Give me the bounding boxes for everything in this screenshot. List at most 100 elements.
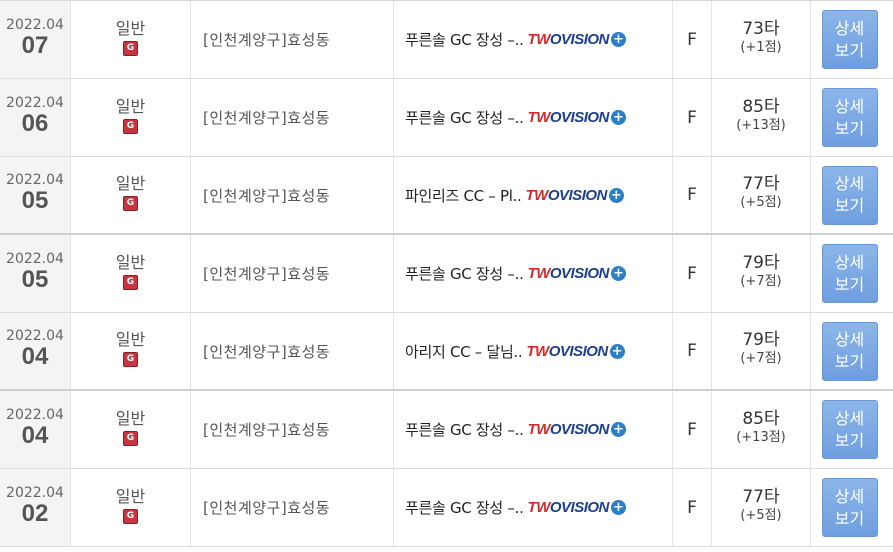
date-day: 05 xyxy=(21,265,49,293)
score-cell: 85타 (+13점) xyxy=(712,79,811,156)
round-type-label: 일반 xyxy=(115,486,146,506)
score-cell: 77타 (+5점) xyxy=(712,469,811,546)
date-day: 06 xyxy=(21,109,49,137)
detail-view-button[interactable]: 상세 보기 xyxy=(821,10,878,69)
round-type-cell: 일반 G xyxy=(71,235,191,312)
score-value: 79타 xyxy=(742,252,780,273)
date-year-month: 2022.04 xyxy=(6,406,64,423)
area-cell: [인천계양구]효성동 xyxy=(191,157,394,233)
detail-view-button[interactable]: 상세 보기 xyxy=(821,244,878,303)
area-cell: [인천계양구]효성동 xyxy=(191,235,394,312)
course-name: 푸른솔 GC 장성 –.. xyxy=(405,421,524,439)
area-cell: [인천계양구]효성동 xyxy=(191,391,394,468)
date-year-month: 2022.04 xyxy=(6,484,64,501)
logo-tw: TW xyxy=(527,499,551,516)
grade-cell: F xyxy=(673,391,712,468)
detail-button-line2: 보기 xyxy=(834,274,865,294)
twovision-logo-icon: TWOVISION + xyxy=(526,187,624,204)
area-label: [인천계양구]효성동 xyxy=(203,31,331,49)
course-name: 파인리즈 CC – Pl.. xyxy=(405,186,522,205)
score-value: 79타 xyxy=(742,330,780,350)
grade-label: F xyxy=(687,497,697,518)
logo-plus-icon: + xyxy=(610,266,626,281)
round-type-cell: 일반 G xyxy=(71,157,191,233)
date-cell: 2022.04 02 xyxy=(0,469,71,546)
logo-plus-icon: + xyxy=(610,110,626,125)
grade-label: F xyxy=(687,107,697,128)
logo-tw: TW xyxy=(527,421,551,438)
detail-button-line1: 상세 xyxy=(834,330,865,349)
detail-button-line2: 보기 xyxy=(834,196,865,215)
detail-view-button[interactable]: 상세 보기 xyxy=(821,478,878,537)
area-label: [인천계양구]효성동 xyxy=(203,186,331,205)
detail-cell: 상세 보기 xyxy=(811,157,893,233)
twovision-logo-icon: TWOVISION + xyxy=(528,421,626,438)
grade-label: F xyxy=(687,185,697,205)
table-row: 2022.04 07 일반 G [인천계양구]효성동 푸른솔 GC 장성 –..… xyxy=(0,1,893,79)
g-badge-icon: G xyxy=(123,40,138,56)
detail-view-button[interactable]: 상세 보기 xyxy=(821,88,878,147)
table-row: 2022.04 04 일반 G [인천계양구]효성동 아리지 CC – 달님..… xyxy=(0,313,893,391)
round-type-label: 일반 xyxy=(115,330,146,349)
detail-button-line2: 보기 xyxy=(834,508,865,528)
date-day: 04 xyxy=(21,343,49,370)
logo-ovision: OVISION xyxy=(547,186,608,204)
grade-cell: F xyxy=(673,1,712,78)
detail-button-line2: 보기 xyxy=(834,430,865,450)
area-cell: [인천계양구]효성동 xyxy=(191,469,394,546)
score-diff: (+5점) xyxy=(740,507,782,523)
round-type-cell: 일반 G xyxy=(71,1,191,78)
logo-ovision: OVISION xyxy=(549,499,610,516)
date-day: 04 xyxy=(21,421,49,449)
detail-cell: 상세 보기 xyxy=(811,391,893,468)
detail-view-button[interactable]: 상세 보기 xyxy=(821,321,878,381)
g-badge-icon: G xyxy=(123,352,138,367)
score-value: 77타 xyxy=(742,174,780,194)
detail-button-line1: 상세 xyxy=(834,486,865,506)
area-label: [인천계양구]효성동 xyxy=(203,499,331,517)
course-name: 아리지 CC – 달님.. xyxy=(405,342,523,361)
grade-label: F xyxy=(687,341,697,361)
detail-button-line2: 보기 xyxy=(834,118,865,138)
score-value: 85타 xyxy=(742,96,780,117)
logo-plus-icon: + xyxy=(610,32,626,47)
round-type-cell: 일반 G xyxy=(71,391,191,468)
round-history-table: 2022.04 07 일반 G [인천계양구]효성동 푸른솔 GC 장성 –..… xyxy=(0,0,893,547)
twovision-logo-icon: TWOVISION + xyxy=(528,265,626,282)
logo-tw: TW xyxy=(525,186,549,204)
logo-ovision: OVISION xyxy=(549,421,610,438)
grade-cell: F xyxy=(673,235,712,312)
detail-button-line1: 상세 xyxy=(834,96,865,116)
score-diff: (+13점) xyxy=(736,429,786,445)
logo-tw: TW xyxy=(527,265,551,282)
g-badge-icon: G xyxy=(123,430,138,446)
date-cell: 2022.04 07 xyxy=(0,1,71,78)
course-name: 푸른솔 GC 장성 –.. xyxy=(405,265,524,283)
logo-plus-icon: + xyxy=(610,500,626,515)
date-cell: 2022.04 05 xyxy=(0,235,71,312)
date-year-month: 2022.04 xyxy=(6,172,64,188)
score-diff: (+7점) xyxy=(740,273,782,289)
score-cell: 79타 (+7점) xyxy=(712,313,811,389)
area-label: [인천계양구]효성동 xyxy=(203,265,331,283)
detail-button-line1: 상세 xyxy=(834,408,865,428)
score-value: 77타 xyxy=(742,486,780,507)
twovision-logo-icon: TWOVISION + xyxy=(528,109,626,126)
date-year-month: 2022.04 xyxy=(6,16,64,33)
detail-button-line2: 보기 xyxy=(834,352,865,371)
detail-view-button[interactable]: 상세 보기 xyxy=(821,165,878,225)
course-cell: 파인리즈 CC – Pl.. TWOVISION + xyxy=(394,157,673,233)
detail-view-button[interactable]: 상세 보기 xyxy=(821,400,878,459)
score-cell: 85타 (+13점) xyxy=(712,391,811,468)
round-type-label: 일반 xyxy=(115,96,146,116)
grade-cell: F xyxy=(673,313,712,389)
table-row: 2022.04 04 일반 G [인천계양구]효성동 푸른솔 GC 장성 –..… xyxy=(0,391,893,469)
score-diff: (+5점) xyxy=(740,195,782,210)
g-badge-icon: G xyxy=(123,118,138,134)
date-cell: 2022.04 04 xyxy=(0,313,71,389)
score-value: 85타 xyxy=(742,408,780,429)
g-badge-icon: G xyxy=(123,274,138,290)
round-type-label: 일반 xyxy=(115,408,146,428)
area-cell: [인천계양구]효성동 xyxy=(191,313,394,389)
round-type-cell: 일반 G xyxy=(71,469,191,546)
